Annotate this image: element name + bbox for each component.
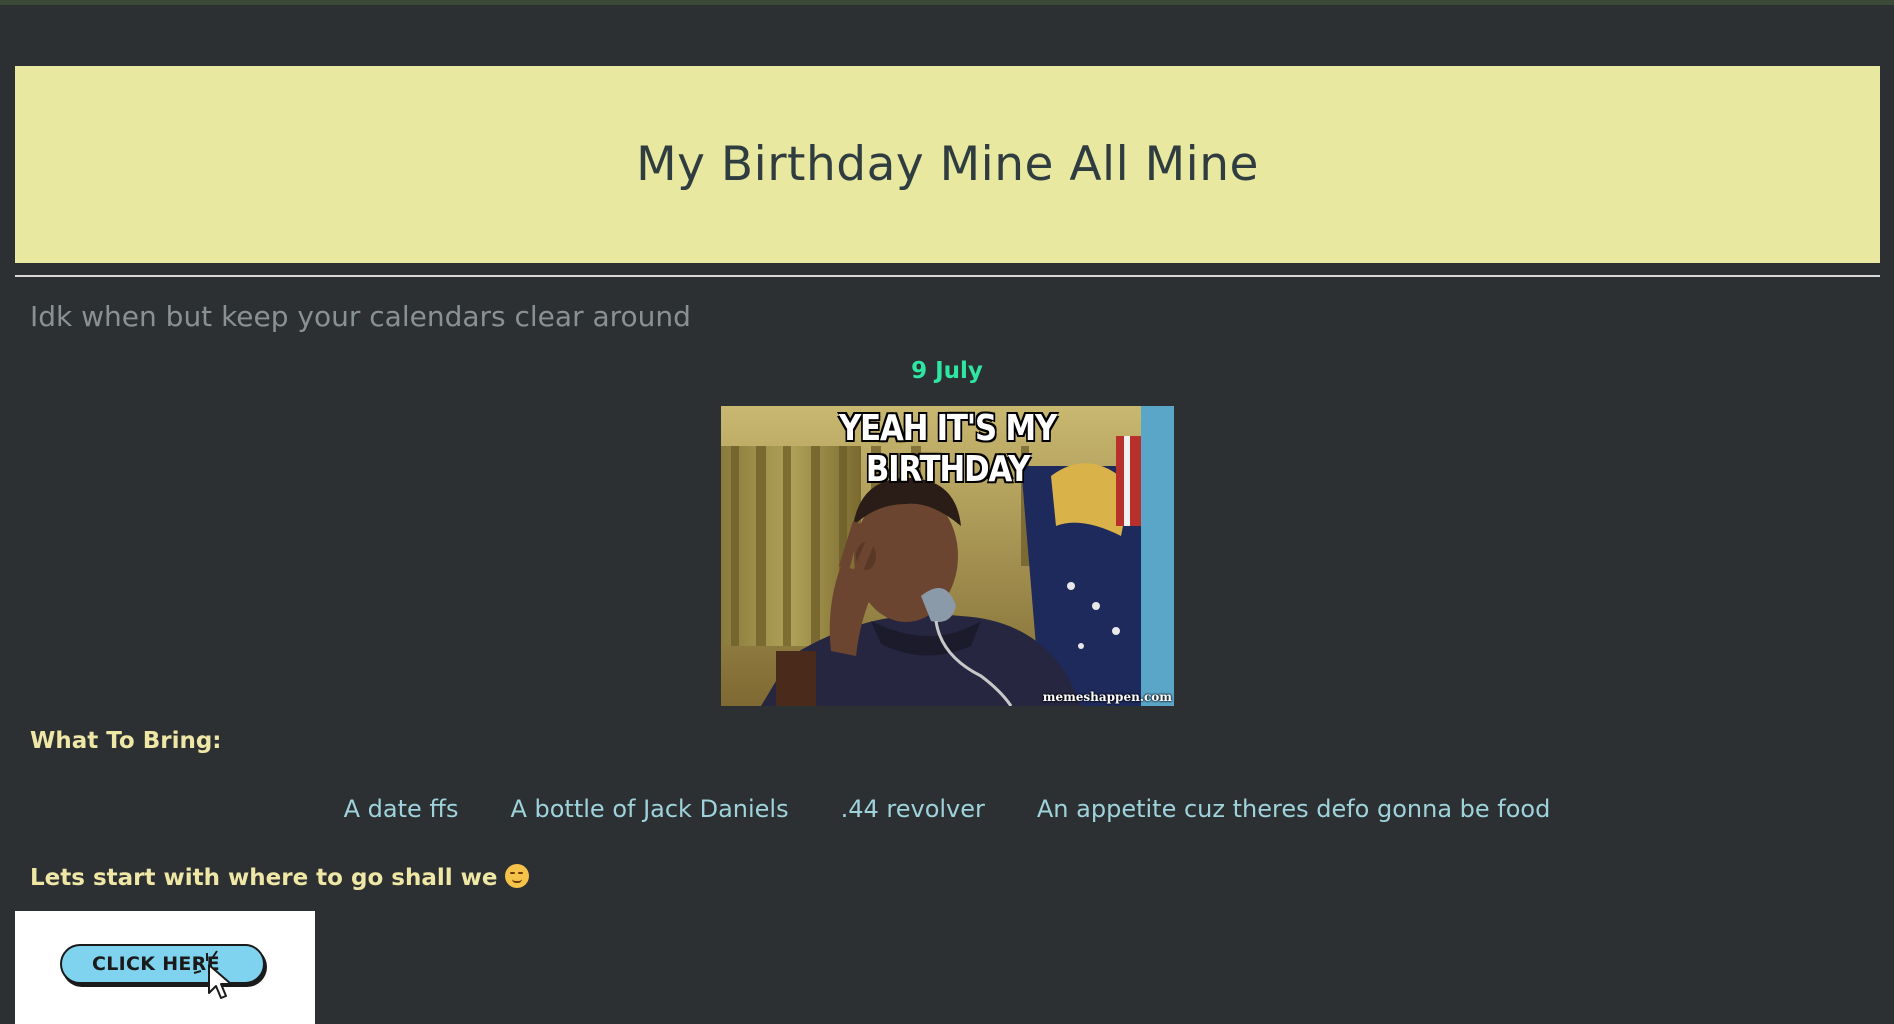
- bring-list: A date ffs A bottle of Jack Daniels .44 …: [0, 795, 1894, 823]
- list-item: An appetite cuz theres defo gonna be foo…: [1036, 795, 1551, 823]
- page-title: My Birthday Mine All Mine: [636, 137, 1259, 192]
- smirking-face-icon: [505, 864, 530, 888]
- top-border: [0, 0, 1894, 5]
- event-date: 9 July: [911, 358, 983, 384]
- click-here-image-link[interactable]: CLICK HERE: [15, 911, 315, 1024]
- page-subtitle: Idk when but keep your calendars clear a…: [30, 300, 691, 333]
- list-item: A bottle of Jack Daniels: [510, 795, 789, 823]
- list-item: A date ffs: [343, 795, 459, 823]
- meme-watermark: memeshappen.com: [1042, 690, 1172, 704]
- meme-caption: YEAH IT'S MY BIRTHDAY: [838, 408, 1057, 490]
- divider: [15, 275, 1880, 277]
- list-item: .44 revolver: [840, 795, 985, 823]
- page-banner: My Birthday Mine All Mine: [15, 66, 1880, 263]
- what-to-bring-heading: What To Bring:: [30, 728, 222, 754]
- birthday-meme-image: YEAH IT'S MY BIRTHDAY memeshappen.com: [721, 406, 1174, 706]
- pointer-cursor-icon: [193, 950, 232, 999]
- where-to-go-text: Lets start with where to go shall we: [30, 865, 498, 891]
- where-to-go-heading: Lets start with where to go shall we: [30, 864, 530, 891]
